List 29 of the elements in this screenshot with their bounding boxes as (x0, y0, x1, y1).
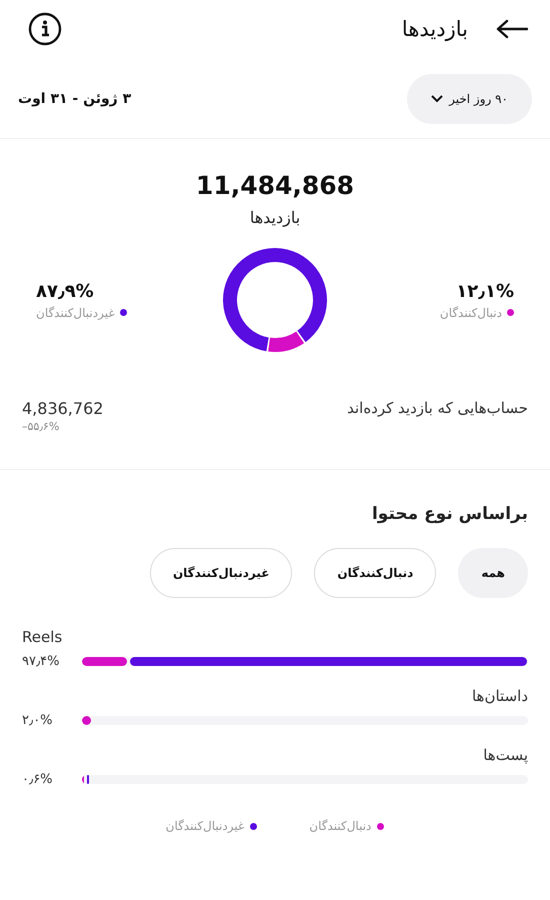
percent-value: ۱۲٫۱% (456, 280, 514, 302)
chevron-down-icon (431, 95, 444, 103)
filter-tab[interactable]: همه (458, 548, 528, 598)
total-views: 11,484,868 (196, 171, 354, 200)
back-arrow-icon[interactable] (496, 19, 528, 39)
info-icon[interactable] (28, 12, 62, 46)
legend-dot (377, 822, 384, 830)
legend-label: دنبال‌کنندگان (440, 306, 502, 320)
percent-value: ۲٫۰% (22, 713, 54, 728)
section-title: براساس نوع محتوا (370, 504, 528, 524)
content-type-label: داستان‌ها (472, 687, 528, 705)
accounts-value: 4,836,762 (22, 399, 104, 418)
percent-value: ۹۷٫۴% (22, 654, 61, 669)
legend-label: غیردنبال‌کنندگان (36, 306, 115, 320)
total-label: بازدیدها (250, 208, 300, 227)
period-dropdown[interactable]: ۹۰ روز اخیر (407, 74, 532, 124)
accounts-label: حساب‌هایی که بازدید کرده‌اند (347, 399, 528, 417)
content-type-label: Reels (22, 628, 62, 646)
legend-label: دنبال‌کنندگان (309, 819, 372, 833)
filter-tab[interactable]: دنبال‌کنندگان (314, 548, 436, 598)
percent-value: ۸۷٫۹% (36, 280, 94, 302)
content-type-label: پست‌ها (483, 746, 528, 764)
filter-tab[interactable]: غیردنبال‌کنندگان (150, 548, 292, 598)
date-range: ۳ ژوئن - ۳۱ اوت (18, 91, 132, 107)
percent-value: ۰٫۶% (22, 772, 54, 787)
change-value: –۵۵٫۶% (22, 420, 60, 433)
page-title: بازدیدها (402, 17, 468, 41)
legend-label: غیردنبال‌کنندگان (166, 819, 244, 833)
legend-dot (250, 822, 258, 830)
